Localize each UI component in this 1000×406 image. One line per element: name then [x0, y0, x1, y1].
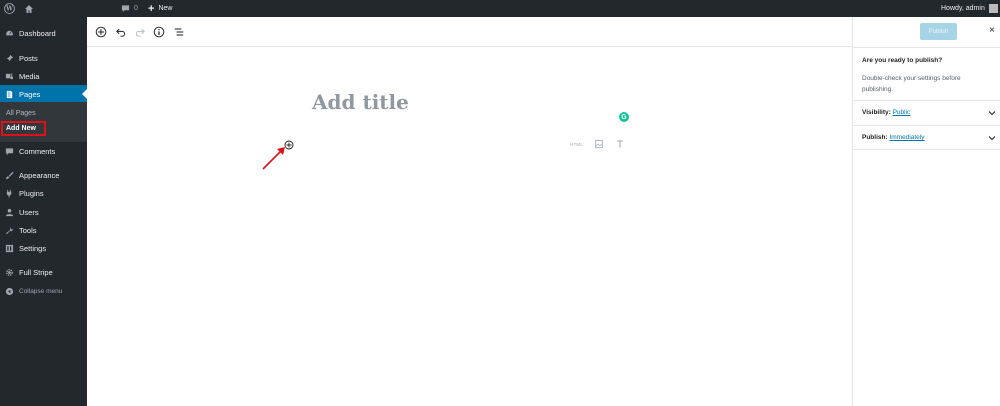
close-icon[interactable]: ×: [989, 25, 995, 36]
plugin-icon: [6, 189, 12, 198]
redo-icon[interactable]: [134, 26, 146, 38]
sidebar-item-label: Settings: [19, 243, 47, 253]
html-block-shortcut[interactable]: HTML: [570, 142, 583, 147]
publish-time-row[interactable]: Publish: Immediately: [853, 125, 1000, 150]
chevron-down-icon[interactable]: [987, 133, 997, 143]
sidebar-item-users[interactable]: Users: [0, 203, 87, 221]
sidebar-item-label: Appearance: [19, 170, 60, 180]
sidebar-item-posts[interactable]: Posts: [0, 49, 87, 67]
grammarly-icon[interactable]: G: [619, 112, 629, 122]
comment-bubble-icon: [121, 5, 130, 13]
svg-text:W: W: [5, 6, 13, 13]
sidebar-item-label: Posts: [19, 53, 38, 63]
sidebar-item-dashboard[interactable]: Dashboard: [0, 24, 87, 42]
comments-link[interactable]: 0: [121, 0, 138, 17]
ready-heading: Are you ready to publish?: [862, 57, 943, 64]
new-content-link[interactable]: + New: [148, 0, 172, 17]
sidebar-item-label: Dashboard: [19, 28, 56, 38]
new-label: New: [158, 5, 173, 12]
paintbrush-icon: [5, 171, 14, 180]
account-menu[interactable]: Howdy, admin: [941, 0, 998, 17]
plus-icon: +: [148, 2, 155, 15]
page-icon: [6, 90, 13, 99]
submenu-all-pages[interactable]: All Pages: [6, 110, 36, 117]
panel-divider: [853, 47, 1000, 48]
publish-time-value-link[interactable]: Immediately: [889, 134, 924, 141]
settings-icon: [5, 244, 14, 253]
editor-toolbar: [87, 17, 852, 47]
sidebar-item-plugins[interactable]: Plugins: [0, 184, 87, 202]
add-block-icon[interactable]: [95, 26, 107, 38]
sidebar-item-label: Pages: [19, 89, 41, 99]
publish-panel: Publish × Are you ready to publish? Doub…: [852, 17, 1000, 406]
sidebar-item-label: Collapse menu: [19, 287, 63, 295]
comment-icon: [5, 148, 14, 156]
red-arrow-annotation: [262, 147, 285, 170]
comments-count: 0: [134, 5, 138, 12]
sidebar-item-label: Plugins: [19, 188, 44, 198]
ready-description: Double-check your settings before publis…: [862, 75, 961, 93]
howdy-text: Howdy, admin: [941, 5, 985, 12]
sidebar-item-settings[interactable]: Settings: [0, 239, 87, 257]
collapse-icon: [5, 287, 14, 296]
home-icon[interactable]: [24, 0, 34, 17]
admin-sidebar: Dashboard Posts Media Pages All Pages Ad…: [0, 17, 87, 406]
user-icon: [5, 208, 14, 217]
gear-icon: [6, 269, 13, 276]
sidebar-item-label: Full Stripe: [19, 267, 53, 277]
publish-time-label: Publish: Immediately: [862, 134, 925, 141]
sidebar-item-label: Users: [19, 207, 39, 217]
visibility-row[interactable]: Visibility: Public: [853, 100, 1000, 125]
visibility-value-link[interactable]: Public: [893, 109, 911, 116]
admin-bar: W 0 + New Howdy, admin: [0, 0, 1000, 17]
undo-icon[interactable]: [115, 26, 127, 38]
chevron-down-icon[interactable]: [987, 108, 997, 118]
collapse-menu-button[interactable]: Collapse menu: [0, 282, 87, 300]
visibility-label: Visibility: Public: [862, 109, 911, 116]
avatar: [988, 4, 998, 13]
sidebar-item-pages[interactable]: Pages: [0, 85, 87, 103]
editor-canvas: Add title G HTML: [87, 47, 852, 406]
sidebar-item-label: Tools: [19, 225, 37, 235]
sidebar-item-full-stripe[interactable]: Full Stripe: [0, 263, 87, 281]
sidebar-item-label: Media: [19, 71, 40, 81]
publish-button[interactable]: Publish: [920, 23, 957, 40]
dashboard-icon: [5, 30, 14, 37]
heading-icon[interactable]: [615, 139, 625, 149]
sidebar-item-comments[interactable]: Comments: [0, 142, 87, 160]
sidebar-item-media[interactable]: Media: [0, 67, 87, 85]
list-view-icon[interactable]: [173, 26, 185, 38]
sidebar-item-appearance[interactable]: Appearance: [0, 166, 87, 184]
wrench-icon: [5, 226, 14, 235]
image-icon[interactable]: [594, 139, 604, 149]
add-new-highlight-box: [1, 121, 46, 136]
info-icon[interactable]: [153, 26, 165, 38]
wordpress-logo-icon[interactable]: W: [4, 0, 15, 17]
media-icon: [5, 73, 14, 80]
post-title-input[interactable]: Add title: [312, 90, 409, 114]
sidebar-item-label: Comments: [19, 146, 56, 156]
sidebar-item-tools[interactable]: Tools: [0, 221, 87, 239]
pin-icon: [5, 54, 14, 63]
